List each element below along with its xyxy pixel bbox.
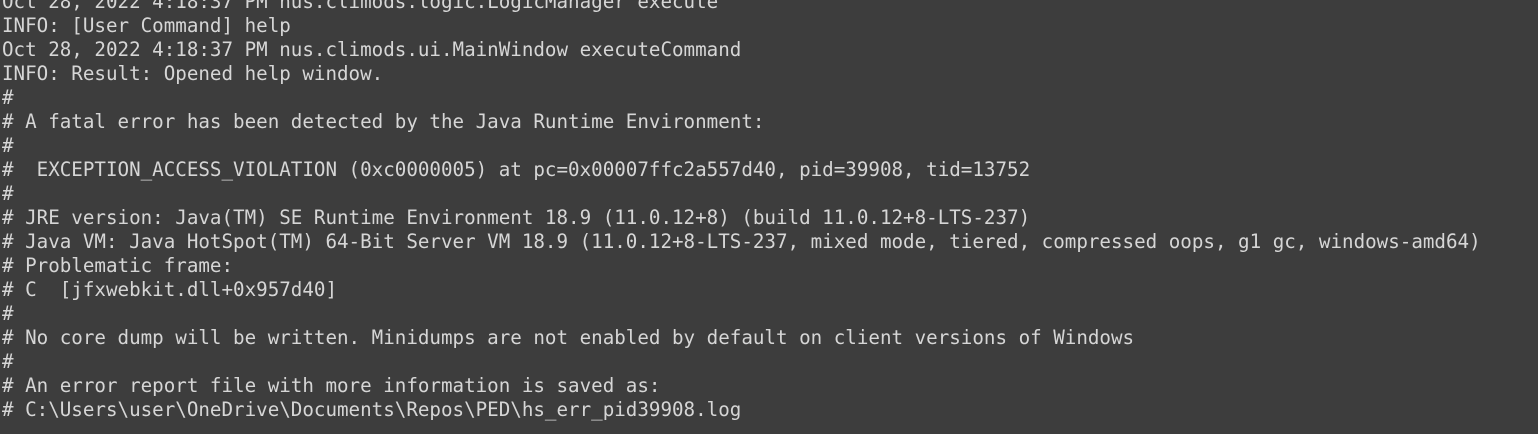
log-line: # C:\Users\user\OneDrive\Documents\Repos… [2,398,742,421]
log-line: # [2,86,14,109]
log-line: Oct 28, 2022 4:18:37 PM nus.climods.ui.M… [2,38,742,61]
log-line: # [2,350,14,373]
log-line: INFO: [User Command] help [2,14,291,37]
terminal-output[interactable]: Oct 28, 2022 4:18:37 PM nus.climods.logi… [0,0,1538,424]
log-line: # [2,182,14,205]
log-line: # No core dump will be written. Minidump… [2,326,1135,349]
log-line: # [2,302,14,325]
log-line: # An error report file with more informa… [2,374,661,397]
log-line: # [2,134,14,157]
log-line: Oct 28, 2022 4:18:37 PM nus.climods.logi… [2,0,719,13]
log-line: # JRE version: Java(TM) SE Runtime Envir… [2,206,1031,229]
log-line: # C [jfxwebkit.dll+0x957d40] [2,278,338,301]
log-line: # Java VM: Java HotSpot(TM) 64-Bit Serve… [2,230,1481,253]
log-line: INFO: Result: Opened help window. [2,62,384,85]
log-line: # A fatal error has been detected by the… [2,110,765,133]
log-line: # EXCEPTION_ACCESS_VIOLATION (0xc0000005… [2,158,1031,181]
log-line: # Problematic frame: [2,254,234,277]
